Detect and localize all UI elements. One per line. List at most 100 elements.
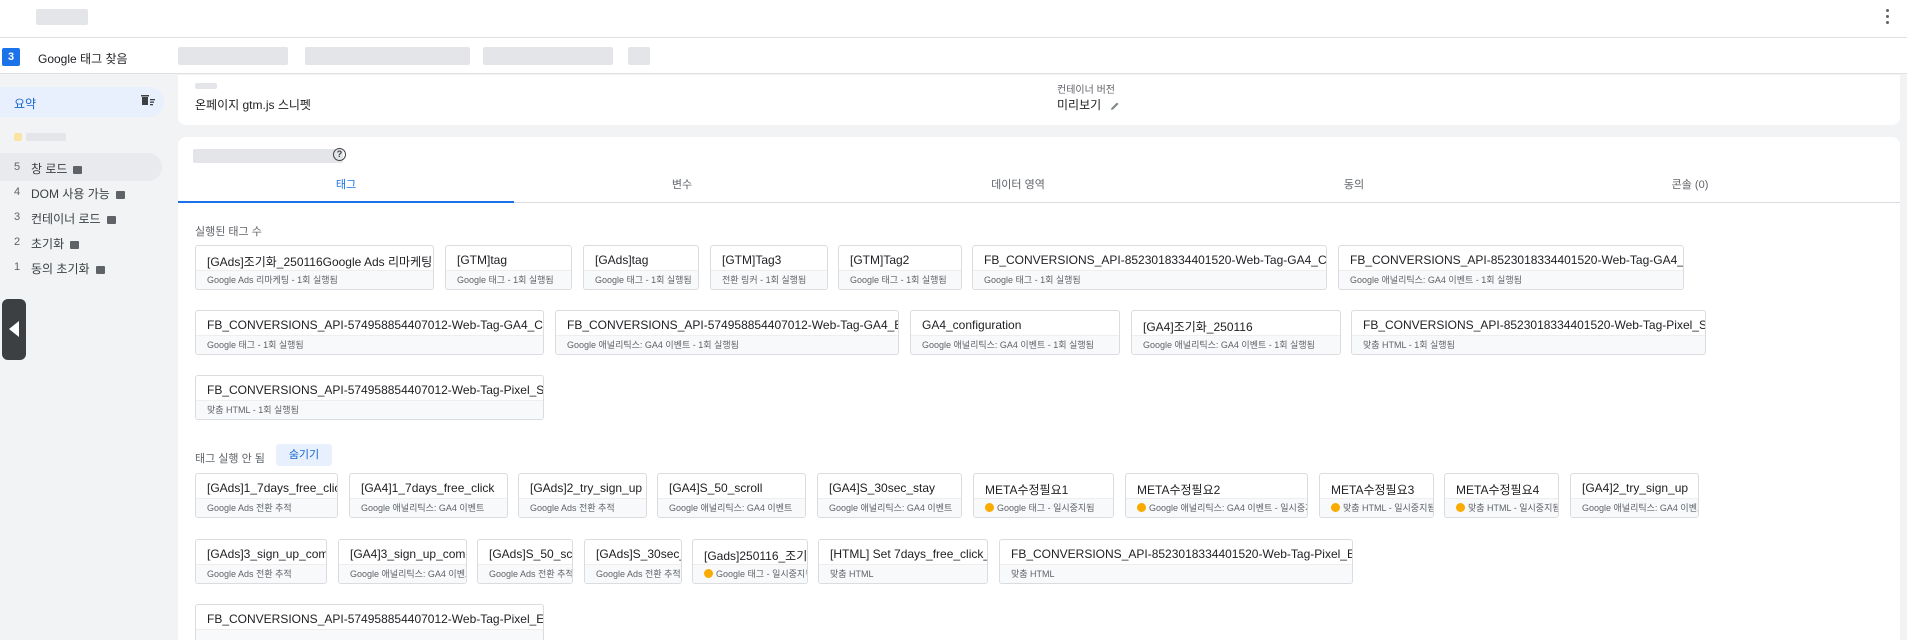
- fired-tag-card[interactable]: [GAds]조기화_250116Google Ads 리마케팅 Google A…: [195, 245, 434, 290]
- event-sidebar: 요약 5 창 로드 4 DOM 사용 가능 3 컨테이너 로드 2 초기화 1 …: [0, 75, 170, 640]
- edit-icon[interactable]: [1110, 101, 1120, 111]
- tab-tags[interactable]: 태그: [178, 174, 514, 203]
- tag-status: Google 애널리틱스: GA4 이벤트: [818, 498, 961, 517]
- tag-status: Google 애널리틱스: GA4 이벤트 - 1회 실행됨: [556, 335, 898, 354]
- sidebar-item-initialization[interactable]: 2 초기화: [0, 228, 162, 256]
- fired-tag-card[interactable]: FB_CONVERSIONS_API-8523018334401520-Web-…: [1351, 310, 1706, 355]
- tag-name: FB_CONVERSIONS_API-574958854407012-Web-T…: [567, 318, 899, 332]
- collapse-sidebar-button[interactable]: [2, 299, 26, 360]
- not-fired-tag-card[interactable]: META수정필요1 Google 태그 - 일시중지됨: [973, 473, 1114, 518]
- tag-status: Google 애널리틱스: GA4 이벤트 - 1회 실행됨: [911, 335, 1119, 354]
- paused-icon: [704, 569, 713, 578]
- tag-name: [GTM]tag: [457, 253, 508, 267]
- tag-status: 맞춤 HTML: [819, 564, 987, 583]
- sidebar-item-dom-ready[interactable]: 4 DOM 사용 가능: [0, 178, 162, 206]
- tag-name: [GA4]2_try_sign_up: [1582, 481, 1689, 495]
- tag-name: [GAds]tag: [595, 253, 649, 267]
- fired-tag-card[interactable]: GA4_configuration Google 애널리틱스: GA4 이벤트 …: [910, 310, 1120, 355]
- not-fired-tag-card[interactable]: [GA4]3_sign_up_complete Google 애널리틱스: GA…: [338, 539, 467, 584]
- tag-name: FB_CONVERSIONS_API-574958854407012-Web-T…: [207, 612, 544, 626]
- event-label: 컨테이너 로드: [31, 212, 101, 226]
- tag-status-text: Google 애널리틱스: GA4 이벤트 - 일시중지됨: [1149, 503, 1308, 513]
- tag-chip-icon: [95, 265, 105, 274]
- tag-name: FB_CONVERSIONS_API-8523018334401520-Web-…: [1363, 318, 1706, 332]
- event-label: 창 로드: [31, 162, 68, 176]
- fired-tags-heading: 실행된 태그 수: [195, 226, 262, 238]
- tag-status: Google 애널리틱스: GA4 이벤트: [350, 498, 507, 517]
- not-fired-tag-card[interactable]: [GAds]S_30sec_stay Google Ads 전환 추적: [584, 539, 682, 584]
- fired-tag-card[interactable]: FB_CONVERSIONS_API-574958854407012-Web-T…: [195, 375, 544, 420]
- tag-name: META수정필요2: [1137, 483, 1221, 497]
- redacted-container-title: [193, 149, 343, 163]
- not-fired-tag-card[interactable]: [GA4]S_50_scroll Google 애널리틱스: GA4 이벤트: [657, 473, 806, 518]
- not-fired-tag-card[interactable]: [GAds]1_7days_free_click Google Ads 전환 추…: [195, 473, 338, 518]
- tab-consent[interactable]: 동의: [1186, 174, 1522, 203]
- redacted-label: [195, 83, 217, 89]
- fired-tag-card[interactable]: [GTM]Tag2 Google 태그 - 1회 실행됨: [838, 245, 962, 290]
- redacted-container-id-2: [305, 47, 470, 65]
- tab-console[interactable]: 콘솔 (0): [1522, 174, 1858, 203]
- sidebar-item-container-load[interactable]: 3 컨테이너 로드: [0, 203, 162, 231]
- sidebar-item-window-load[interactable]: 5 창 로드: [0, 153, 162, 181]
- chevron-left-icon: [9, 321, 19, 337]
- tag-name: [GAds]1_7days_free_click: [207, 481, 338, 495]
- fired-tag-card[interactable]: [GA4]조기화_250116 Google 애널리틱스: GA4 이벤트 - …: [1131, 310, 1341, 355]
- tag-status: 맞춤 HTML: [1000, 564, 1352, 583]
- fired-tag-card[interactable]: FB_CONVERSIONS_API-8523018334401520-Web-…: [972, 245, 1327, 290]
- not-fired-tag-card[interactable]: [GA4]S_30sec_stay Google 애널리틱스: GA4 이벤트: [817, 473, 962, 518]
- not-fired-tag-card[interactable]: [GA4]1_7days_free_click Google 애널리틱스: GA…: [349, 473, 508, 518]
- tag-name: FB_CONVERSIONS_API-574958854407012-Web-T…: [207, 383, 544, 397]
- app-title: Google 태그 찾음: [38, 52, 128, 66]
- tag-status: Google Ads 리마케팅 - 1회 실행됨: [196, 270, 433, 289]
- tag-chip-icon: [115, 190, 125, 199]
- tag-name: META수정필요1: [985, 483, 1069, 497]
- redacted-container-id-1: [178, 47, 288, 65]
- tag-name: META수정필요4: [1456, 483, 1540, 497]
- not-fired-tag-card[interactable]: [GA4]2_try_sign_up Google 애널리틱스: GA4 이벤트: [1570, 473, 1699, 518]
- tag-name: [GA4]3_sign_up_complete: [350, 547, 466, 561]
- tag-name: [GA4]1_7days_free_click: [361, 481, 495, 495]
- sidebar-item-consent-initialization[interactable]: 1 동의 초기화: [0, 253, 162, 281]
- tag-status: 전환 링커 - 1회 실행됨: [711, 270, 827, 289]
- tag-status: Google Ads 전환 추적: [196, 564, 326, 583]
- fired-tag-card[interactable]: FB_CONVERSIONS_API-8523018334401520-Web-…: [1338, 245, 1684, 290]
- tag-status: Google 태그 - 1회 실행됨: [839, 270, 961, 289]
- not-fired-tag-card[interactable]: META수정필요3 맞춤 HTML - 일시중지됨: [1319, 473, 1434, 518]
- fired-tag-card[interactable]: FB_CONVERSIONS_API-574958854407012-Web-T…: [555, 310, 899, 355]
- hide-button[interactable]: 숨기기: [276, 444, 332, 466]
- paused-icon: [1331, 503, 1340, 512]
- not-fired-tag-card[interactable]: META수정필요2 Google 애널리틱스: GA4 이벤트 - 일시중지됨: [1125, 473, 1308, 518]
- tab-variables[interactable]: 변수: [514, 174, 850, 203]
- not-fired-tag-card[interactable]: FB_CONVERSIONS_API-8523018334401520-Web-…: [999, 539, 1353, 584]
- fired-tag-card[interactable]: [GTM]tag Google 태그 - 1회 실행됨: [445, 245, 572, 290]
- help-icon[interactable]: ?: [333, 148, 346, 161]
- tag-name: [GAds]2_try_sign_up: [530, 481, 643, 495]
- not-fired-tag-card[interactable]: [Gads]250116_조기화 Google 태그 - 일시중지됨: [692, 539, 808, 584]
- not-fired-tag-card[interactable]: FB_CONVERSIONS_API-574958854407012-Web-T…: [195, 604, 544, 640]
- fired-tag-card[interactable]: FB_CONVERSIONS_API-574958854407012-Web-T…: [195, 310, 544, 355]
- event-number: 5: [14, 161, 21, 173]
- not-fired-tag-card[interactable]: [GAds]S_50_scroll Google Ads 전환 추적: [477, 539, 573, 584]
- tag-status: 맞춤 HTML - 일시중지됨: [1320, 498, 1433, 517]
- tag-status-text: Google 태그 - 일시중지됨: [716, 569, 808, 579]
- clear-list-icon[interactable]: [140, 93, 156, 109]
- fired-tag-card[interactable]: [GTM]Tag3 전환 링커 - 1회 실행됨: [710, 245, 828, 290]
- tag-status: Google 태그 - 1회 실행됨: [584, 270, 698, 289]
- not-fired-tag-card[interactable]: [GAds]2_try_sign_up Google Ads 전환 추적: [518, 473, 647, 518]
- summary-button[interactable]: 요약: [0, 87, 164, 117]
- tag-name: META수정필요3: [1331, 483, 1415, 497]
- tag-name: FB_CONVERSIONS_API-8523018334401520-Web-…: [1011, 547, 1353, 561]
- paused-icon: [985, 503, 994, 512]
- tab-data-layer[interactable]: 데이터 영역: [850, 174, 1186, 203]
- container-version-value: 미리보기: [1057, 96, 1120, 113]
- tag-name: FB_CONVERSIONS_API-8523018334401520-Web-…: [1350, 253, 1684, 267]
- fired-tag-card[interactable]: [GAds]tag Google 태그 - 1회 실행됨: [583, 245, 699, 290]
- not-fired-tag-card[interactable]: [HTML] Set 7days_free_click_241118 맞춤 HT…: [818, 539, 988, 584]
- not-fired-tags-heading: 태그 실행 안 됨: [195, 453, 265, 465]
- tag-name: [GA4]조기화_250116: [1143, 320, 1253, 334]
- not-fired-tag-card[interactable]: [GAds]3_sign_up_complete Google Ads 전환 추…: [195, 539, 327, 584]
- tag-status: Google 태그 - 1회 실행됨: [446, 270, 571, 289]
- not-fired-tag-card[interactable]: META수정필요4 맞춤 HTML - 일시중지됨: [1444, 473, 1559, 518]
- more-vert-icon[interactable]: [1877, 6, 1897, 26]
- tag-status-text: 맞춤 HTML - 일시중지됨: [1468, 503, 1559, 513]
